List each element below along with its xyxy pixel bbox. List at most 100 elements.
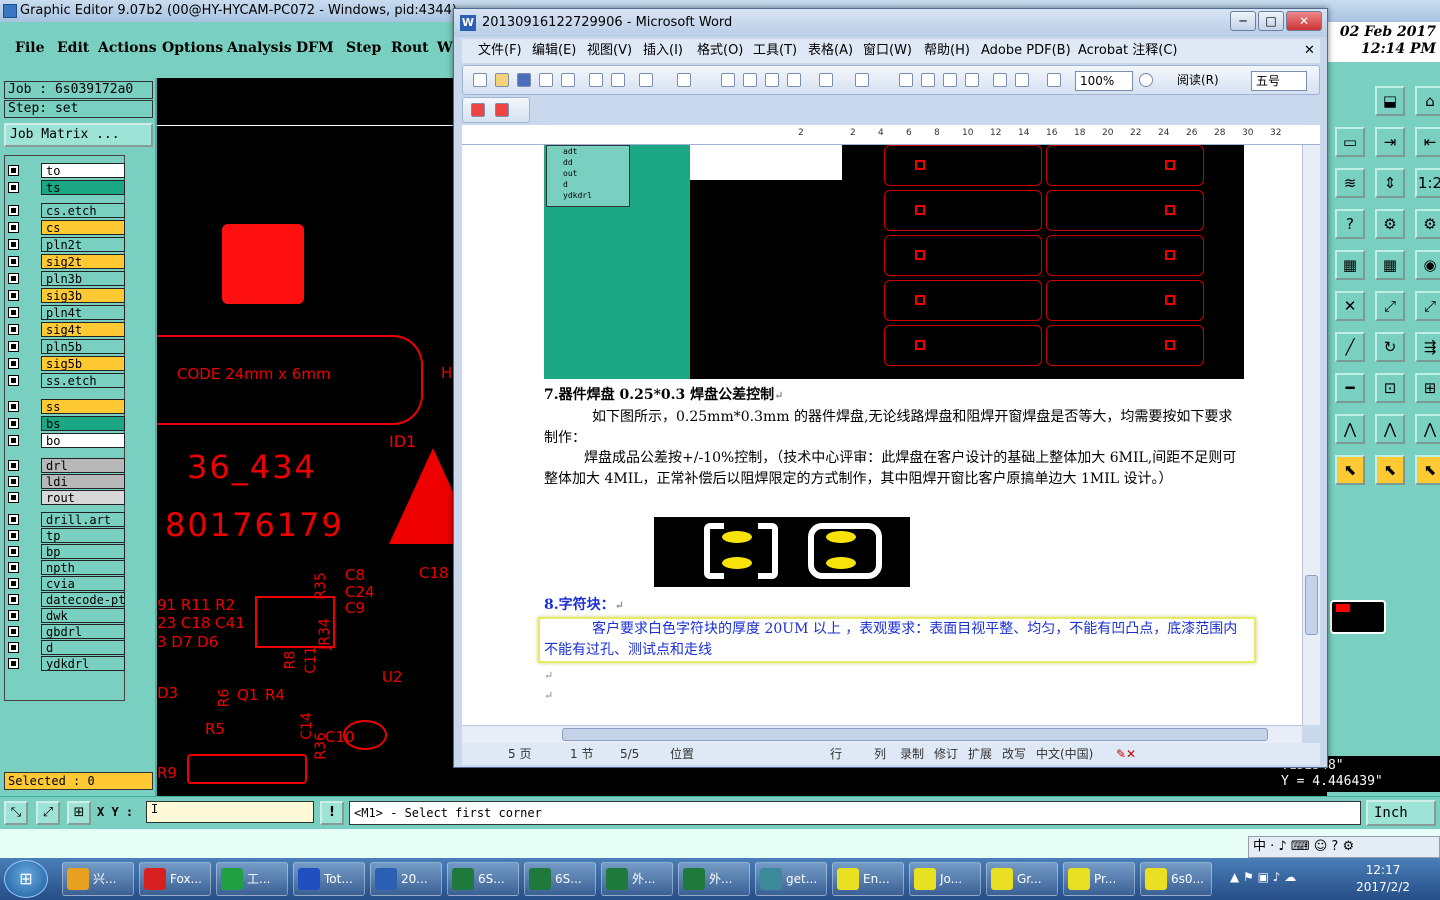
layer-row[interactable]: gbdrl <box>5 624 126 639</box>
layer-checkbox[interactable] <box>8 239 19 250</box>
new-icon[interactable] <box>473 73 487 87</box>
zoom-select[interactable]: 100% <box>1075 71 1133 91</box>
word-menu-tools[interactable]: 工具(T) <box>753 39 797 63</box>
layer-name[interactable]: d <box>41 640 125 655</box>
pointer-icon[interactable]: ⬉ <box>1335 455 1365 485</box>
start-button-icon[interactable]: ⊞ <box>4 860 48 898</box>
hscroll-thumb[interactable] <box>562 728 1268 741</box>
layer-checkbox[interactable] <box>8 307 19 318</box>
layer-checkbox[interactable] <box>8 418 19 429</box>
status-ext[interactable]: 扩展 <box>968 743 992 765</box>
permission-icon[interactable] <box>539 73 553 87</box>
layer-checkbox[interactable] <box>8 401 19 412</box>
menu-options[interactable]: Options <box>162 40 223 56</box>
menu-window[interactable]: W <box>437 40 453 56</box>
arrow-left-icon[interactable]: ⇤ <box>1415 127 1440 157</box>
pdf-convert-icon[interactable] <box>471 103 485 117</box>
menu-analysis[interactable]: Analysis <box>227 40 292 56</box>
layer-name[interactable]: gbdrl <box>41 624 125 639</box>
word-menu-acrobat[interactable]: Acrobat 注释(C) <box>1078 39 1178 63</box>
units-button[interactable]: Inch <box>1366 800 1436 826</box>
close-icon[interactable]: ✕ <box>1286 11 1322 31</box>
tables-borders-icon[interactable] <box>921 73 935 87</box>
pdf-email-icon[interactable] <box>495 103 509 117</box>
layer-row[interactable]: tp <box>5 528 126 543</box>
layer-name[interactable]: ts <box>41 180 125 195</box>
layer-name[interactable]: ss <box>41 399 125 414</box>
settings-icon[interactable]: ⚙ <box>1375 209 1405 239</box>
layer-checkbox[interactable] <box>8 546 19 557</box>
layer-checkbox[interactable] <box>8 642 19 653</box>
layer-name[interactable]: sig4t <box>41 322 125 337</box>
layer-checkbox[interactable] <box>8 578 19 589</box>
layer-row[interactable]: to <box>5 163 126 178</box>
select-box-icon[interactable]: ⊡ <box>1375 373 1405 403</box>
layer-row[interactable]: sig5b <box>5 356 126 371</box>
stamp-icon[interactable]: ▦ <box>1375 250 1405 280</box>
layer-checkbox[interactable] <box>8 610 19 621</box>
layer-name[interactable]: datecode-pt <box>41 592 125 607</box>
layer-row[interactable]: cvia <box>5 576 126 591</box>
menu-file[interactable]: File <box>15 40 44 56</box>
taskbar-item[interactable]: get... <box>755 862 827 896</box>
save-icon[interactable] <box>517 73 531 87</box>
layer-row[interactable]: cs <box>5 220 126 235</box>
menu-rout[interactable]: Rout <box>391 40 429 56</box>
zoom-fit-icon[interactable]: ⤡ <box>4 801 28 825</box>
zoom-area-icon[interactable]: ⤢ <box>36 801 60 825</box>
taskbar-item[interactable]: 外... <box>678 862 750 896</box>
layer-row[interactable]: ss.etch <box>5 373 126 388</box>
layer-row[interactable]: drl <box>5 458 126 473</box>
minimize-icon[interactable]: ─ <box>1230 11 1256 31</box>
taskbar-item[interactable]: Tot... <box>293 862 365 896</box>
redo-icon[interactable] <box>855 73 869 87</box>
layer-checkbox[interactable] <box>8 165 19 176</box>
layer-checkbox[interactable] <box>8 324 19 335</box>
layer-name[interactable]: bp <box>41 544 125 559</box>
layer-name[interactable]: sig5b <box>41 356 125 371</box>
menu-dfm[interactable]: DFM <box>296 40 334 56</box>
layer-row[interactable]: datecode-pt <box>5 592 126 607</box>
layer-name[interactable]: tp <box>41 528 125 543</box>
line-icon[interactable]: ╱ <box>1335 332 1365 362</box>
undo-icon[interactable] <box>819 73 833 87</box>
taskbar-item[interactable]: 工... <box>216 862 288 896</box>
drawing-icon[interactable] <box>1015 73 1029 87</box>
status-ovr[interactable]: 改写 <box>1002 743 1026 765</box>
taskbar-item[interactable]: 6S... <box>447 862 519 896</box>
layer-row[interactable]: sig2t <box>5 254 126 269</box>
job-matrix-button[interactable]: Job Matrix ... <box>4 123 153 147</box>
layer-row[interactable]: sig3b <box>5 288 126 303</box>
word-menu-window[interactable]: 窗口(W) <box>863 39 912 63</box>
insert-excel-icon[interactable] <box>965 73 979 87</box>
layer-checkbox[interactable] <box>8 562 19 573</box>
fit-icon[interactable]: ⇕ <box>1375 168 1405 198</box>
layer-name[interactable]: ydkdrl <box>41 656 125 671</box>
print-preview-icon[interactable] <box>611 73 625 87</box>
status-rec[interactable]: 录制 <box>900 743 924 765</box>
help-icon[interactable]: ? <box>1335 209 1365 239</box>
layer-checkbox[interactable] <box>8 435 19 446</box>
print-icon[interactable] <box>589 73 603 87</box>
layer-row[interactable]: pln5b <box>5 339 126 354</box>
target-icon[interactable]: ◉ <box>1415 250 1440 280</box>
taskbar-item[interactable]: 20... <box>370 862 442 896</box>
layer-checkbox[interactable] <box>8 341 19 352</box>
layer-row[interactable]: bp <box>5 544 126 559</box>
ime-mode[interactable]: 中 <box>1253 839 1266 854</box>
scroll-thumb[interactable] <box>1305 575 1318 635</box>
pcb-canvas[interactable]: CODE 24mm x 6mm H ID1 36_434 80176179 C8… <box>157 78 457 796</box>
document-map-icon[interactable] <box>1047 73 1061 87</box>
layer-checkbox[interactable] <box>8 222 19 233</box>
taskbar-item[interactable]: En... <box>832 862 904 896</box>
taskbar-item[interactable]: 6s0... <box>1140 862 1212 896</box>
ime-bar[interactable]: 中 · ♪ ⌨ ☺ ? ⚙ <box>1248 836 1440 858</box>
layer-checkbox[interactable] <box>8 476 19 487</box>
maximize-icon[interactable]: □ <box>1258 11 1284 31</box>
insert-table-icon[interactable] <box>943 73 957 87</box>
arrow-right-icon[interactable]: ⇥ <box>1375 127 1405 157</box>
step-field[interactable]: Step: set <box>4 100 153 118</box>
layer-name[interactable]: npth <box>41 560 125 575</box>
layer-row[interactable]: pln4t <box>5 305 126 320</box>
layer-row[interactable]: cs.etch <box>5 203 126 218</box>
